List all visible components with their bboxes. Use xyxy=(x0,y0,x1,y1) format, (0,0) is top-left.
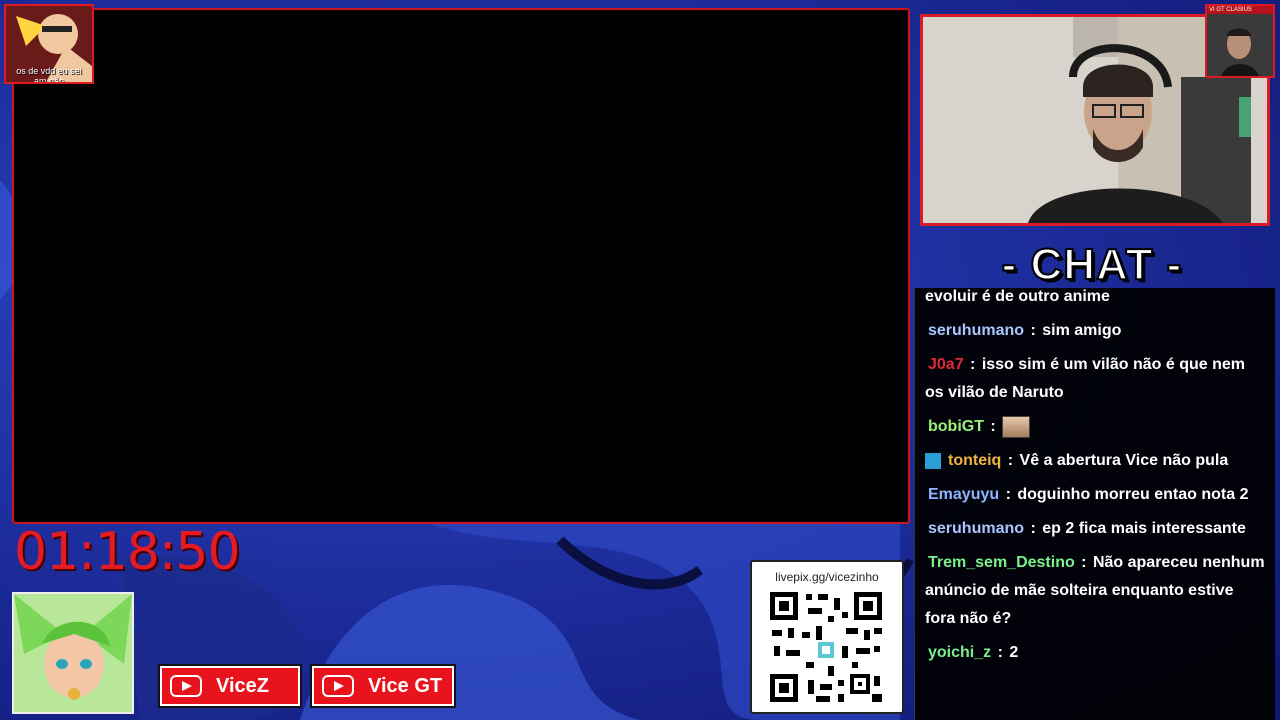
secondary-webcam-label: VI GT CLASIUS xyxy=(1207,6,1273,14)
qr-url-label: livepix.gg/vicezinho xyxy=(775,570,879,584)
chat-message: yoichi_z : 2 xyxy=(928,644,1019,661)
chat-message: tonteiq : Vê a abertura Vice não pula xyxy=(915,444,1275,478)
chat-message: J0a7 : isso sim é um vilão não é que nem… xyxy=(925,356,1246,401)
chat-username[interactable]: bobiGT xyxy=(928,418,984,435)
chat-message-text: sim amigo xyxy=(1042,322,1122,339)
channel-logo: os de vdd eu sei am não xyxy=(4,4,94,84)
chat-message-text: Vê a abertura Vice não pula xyxy=(1019,452,1229,469)
youtube-channel-label: ViceZ xyxy=(216,674,269,697)
prime-badge-icon xyxy=(925,452,941,469)
chat-username[interactable]: tonteiq xyxy=(948,452,1001,469)
chat-message: seruhumano : ep 2 fica mais interessante xyxy=(928,520,1246,537)
youtube-link-vicez[interactable]: ViceZ xyxy=(158,664,302,708)
chat-message: evoluir é de outro anime xyxy=(915,288,1275,314)
youtube-icon xyxy=(322,675,354,697)
chat-username[interactable]: seruhumano xyxy=(928,322,1024,339)
qr-code-icon xyxy=(768,590,886,706)
chat-username[interactable]: Emayuyu xyxy=(928,486,999,503)
chat-username[interactable]: Trem_sem_Destino xyxy=(928,554,1075,571)
chat-message-text: evoluir é de outro anime xyxy=(925,288,1110,305)
logo-caption: os de vdd eu sei xyxy=(16,66,82,76)
secondary-webcam-image xyxy=(1207,14,1273,76)
chat-panel: evoluir é de outro anime seruhumano : si… xyxy=(914,288,1275,720)
secondary-webcam: VI GT CLASIUS xyxy=(1205,4,1275,78)
youtube-icon xyxy=(170,675,202,697)
anime-character-icon xyxy=(14,594,132,712)
chat-message: bobiGT : xyxy=(915,410,1275,444)
chat-message: Trem_sem_Destino : Não apareceu nenhum a… xyxy=(925,554,1265,627)
chat-username[interactable]: seruhumano xyxy=(928,520,1024,537)
chat-message-text: 2 xyxy=(1009,644,1019,661)
stream-timer: 01:18:50 xyxy=(14,522,241,582)
game-capture-screen xyxy=(12,8,910,524)
chat-message-text: doguinho morreu entao nota 2 xyxy=(1017,486,1249,503)
emote-icon xyxy=(1002,415,1031,438)
chat-message: Emayuyu : doguinho morreu entao nota 2 xyxy=(928,486,1249,503)
chat-username[interactable]: J0a7 xyxy=(928,356,964,373)
chat-message-text: ep 2 fica mais interessante xyxy=(1042,520,1246,537)
chat-message: seruhumano : sim amigo xyxy=(928,322,1122,339)
livepix-qr-card[interactable]: livepix.gg/vicezinho xyxy=(750,560,904,714)
youtube-channel-label: Vice GT xyxy=(368,674,443,697)
logo-caption-line2: am não xyxy=(33,76,65,84)
chat-username[interactable]: yoichi_z xyxy=(928,644,991,661)
character-avatar xyxy=(12,592,134,714)
chat-title: - CHAT - xyxy=(1001,239,1183,290)
youtube-link-vicegt[interactable]: Vice GT xyxy=(310,664,456,708)
